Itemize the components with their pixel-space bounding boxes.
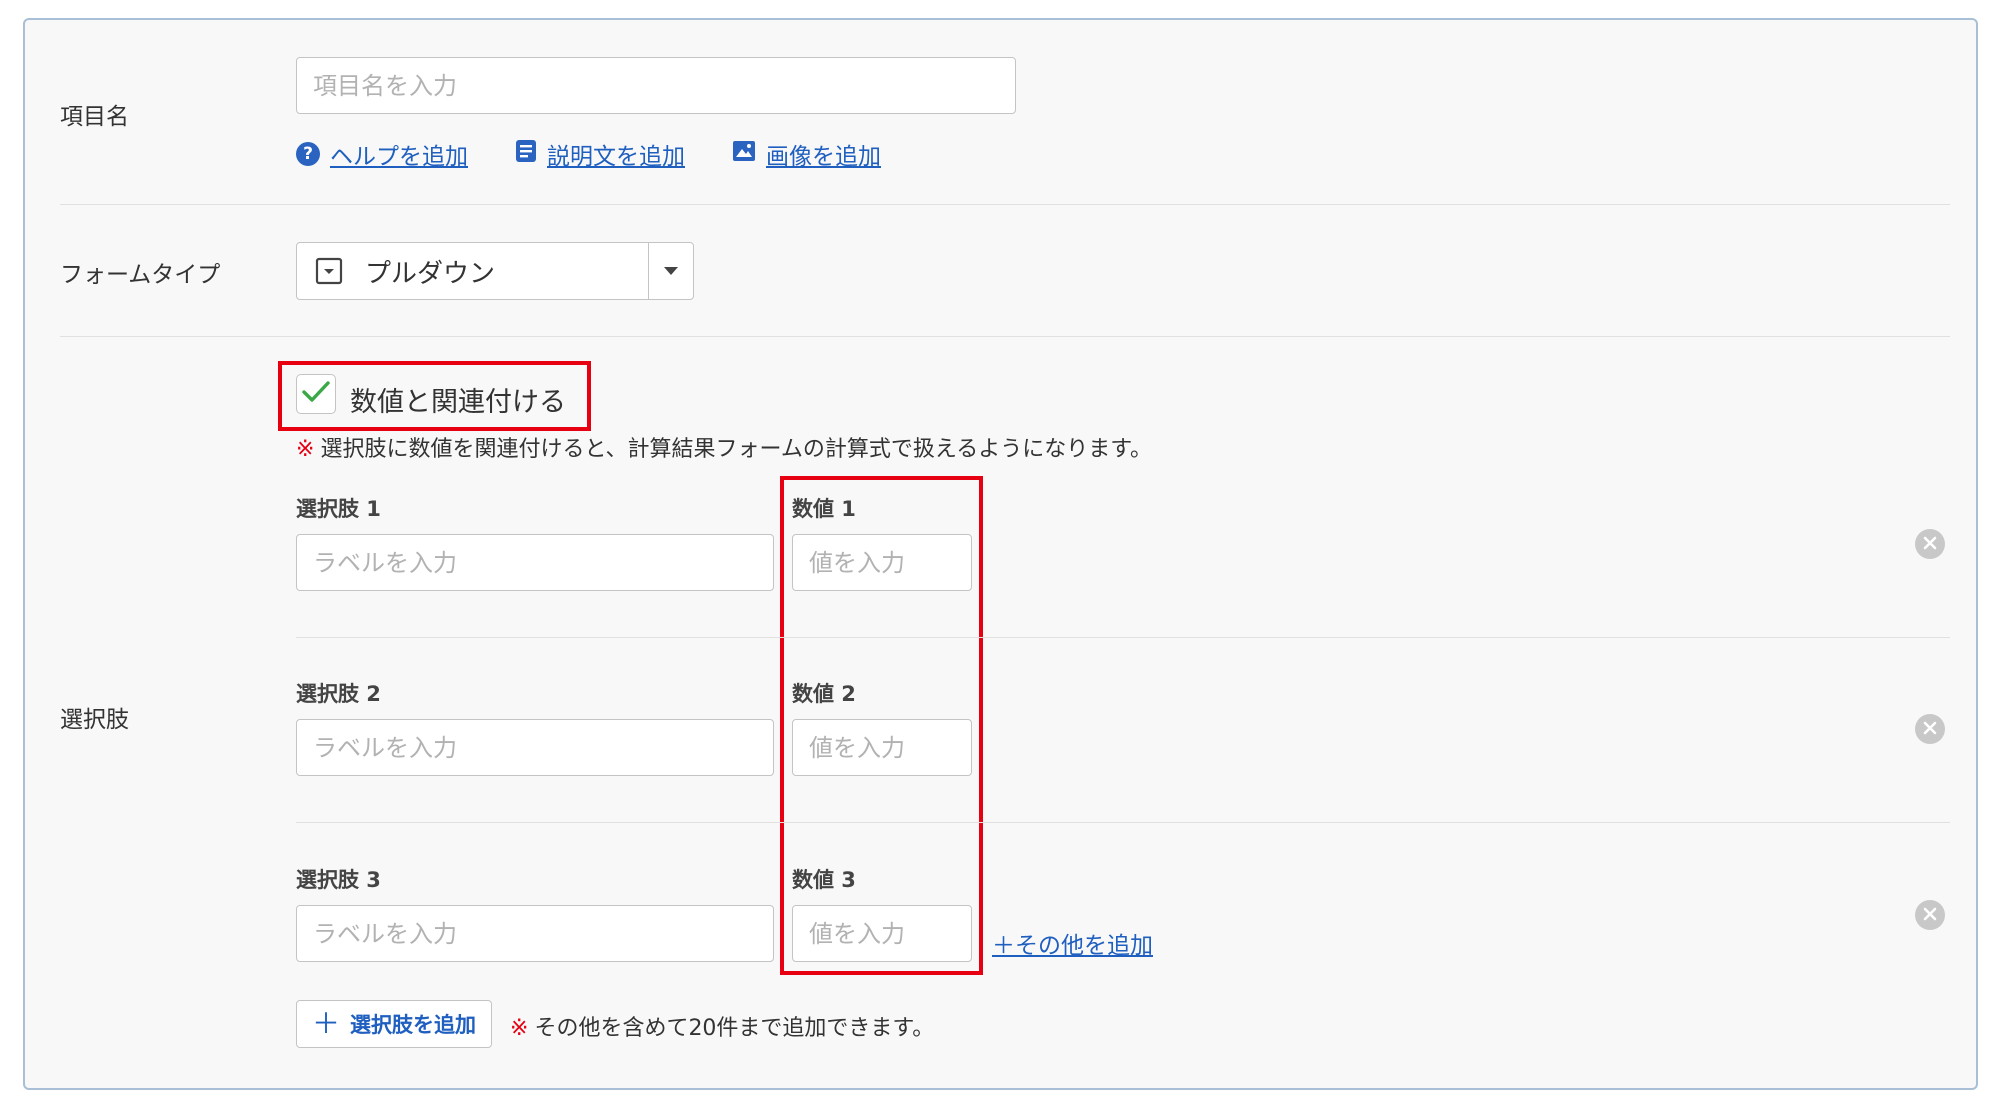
remove-choice-2-button[interactable]	[1915, 714, 1945, 744]
value-1-label: 数値 1	[792, 497, 856, 521]
item-name-label: 項目名	[60, 104, 129, 130]
image-icon	[732, 140, 756, 168]
choice-3-label-input[interactable]	[296, 905, 774, 962]
close-circle-icon	[1923, 720, 1937, 739]
add-description-link[interactable]: 説明文を追加	[515, 137, 685, 171]
form-type-selected-value: プルダウン	[365, 258, 496, 289]
add-image-link-text: 画像を追加	[766, 144, 881, 170]
plus-icon: ＋	[311, 1007, 340, 1040]
associate-note: ※ 選択肢に数値を関連付けると、計算結果フォームの計算式で扱えるようになります。	[296, 431, 1152, 463]
choices-label: 選択肢	[60, 707, 129, 733]
choice-2-label-input[interactable]	[296, 719, 774, 776]
remove-choice-3-button[interactable]	[1915, 900, 1945, 930]
divider	[296, 822, 1950, 823]
form-type-label: フォームタイプ	[60, 262, 221, 288]
add-image-link[interactable]: 画像を追加	[732, 137, 881, 171]
associate-number-checkbox-label: 数値と関連付ける	[350, 387, 566, 418]
add-help-link-text: ヘルプを追加	[330, 144, 468, 170]
choice-3-label: 選択肢 3	[296, 868, 381, 892]
close-circle-icon	[1923, 906, 1937, 925]
add-other-link[interactable]: ＋その他を追加	[992, 926, 1153, 960]
add-choice-button-label: 選択肢を追加	[350, 1013, 476, 1037]
choice-1-value-input[interactable]	[792, 534, 972, 591]
divider	[296, 637, 1950, 638]
choice-3-value-input[interactable]	[792, 905, 972, 962]
value-3-label: 数値 3	[792, 868, 856, 892]
divider	[60, 336, 1950, 337]
limit-note-text: その他を含めて20件まで追加できます。	[534, 1016, 935, 1041]
dropdown-select-icon	[315, 257, 343, 285]
associate-note-text: 選択肢に数値を関連付けると、計算結果フォームの計算式で扱えるようになります。	[320, 437, 1153, 462]
add-help-link[interactable]: ? ヘルプを追加	[296, 137, 468, 171]
add-choice-button[interactable]: ＋ 選択肢を追加	[296, 1000, 492, 1048]
add-description-link-text: 説明文を追加	[547, 144, 685, 170]
choice-2-label: 選択肢 2	[296, 682, 381, 706]
note-mark: ※	[296, 437, 315, 462]
choice-2-value-input[interactable]	[792, 719, 972, 776]
value-2-label: 数値 2	[792, 682, 856, 706]
remove-choice-1-button[interactable]	[1915, 529, 1945, 559]
note-mark: ※	[510, 1016, 529, 1041]
choice-1-label-input[interactable]	[296, 534, 774, 591]
close-circle-icon	[1923, 535, 1937, 554]
caret-down-icon	[648, 243, 693, 299]
form-type-select[interactable]: プルダウン	[296, 242, 694, 300]
associate-number-checkbox[interactable]	[296, 374, 336, 414]
add-other-link-text: ＋その他を追加	[992, 933, 1153, 959]
document-icon	[515, 139, 537, 169]
item-name-input[interactable]	[296, 57, 1016, 114]
divider	[60, 204, 1950, 205]
limit-note: ※ その他を含めて20件まで追加できます。	[510, 1010, 934, 1042]
choice-1-label: 選択肢 1	[296, 497, 381, 521]
question-circle-icon: ?	[296, 142, 320, 166]
check-icon	[301, 379, 331, 409]
